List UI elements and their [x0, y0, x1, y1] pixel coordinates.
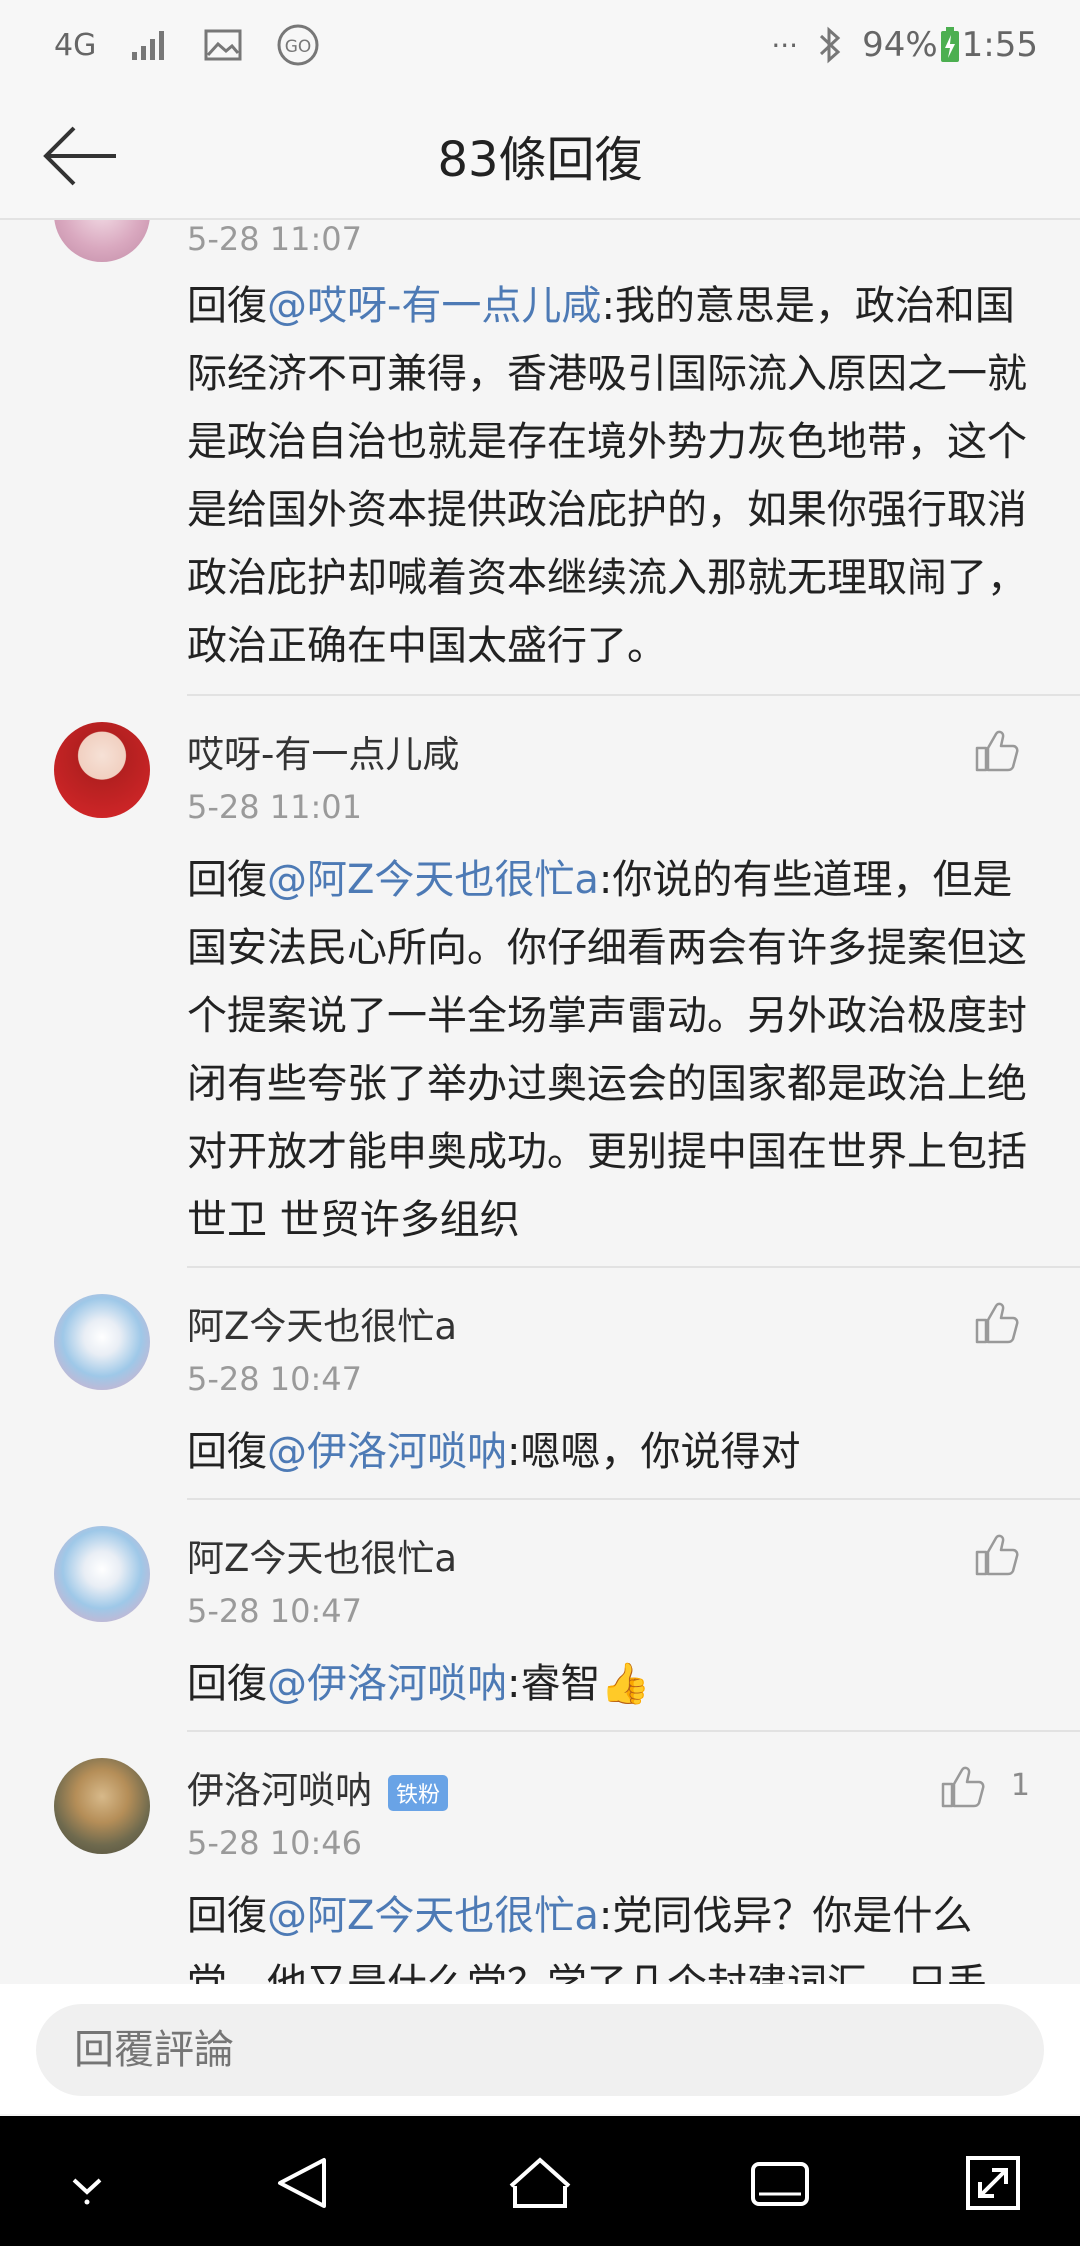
like-icon[interactable]: [972, 1298, 1022, 1348]
avatar[interactable]: [54, 220, 150, 262]
mention-link[interactable]: @哎呀-有一点儿咸: [267, 283, 601, 329]
reply-bar: [0, 1984, 1080, 2114]
divider: [187, 1266, 1080, 1268]
like-icon[interactable]: [972, 726, 1022, 776]
username[interactable]: 哎呀-有一点儿咸: [187, 724, 459, 778]
username[interactable]: 伊洛河唢呐 铁粉: [187, 1760, 449, 1814]
comment-text[interactable]: 回復@阿Z今天也很忙a:你说的有些道理，但是国安法民心所向。你仔细看两会有许多提…: [187, 846, 1037, 1254]
navigation-bar: [0, 2116, 1080, 2246]
comment-body: :你说的有些道理，但是国安法民心所向。你仔细看两会有许多提案但这个提案说了一半全…: [187, 857, 1027, 1243]
like-icon[interactable]: [938, 1762, 988, 1812]
battery-icon: [940, 22, 960, 68]
reply-prefix: 回復: [187, 1429, 267, 1475]
nav-back-icon[interactable]: [268, 2148, 338, 2218]
screen: 4G GO ··· 94% 1:55 83條回復 5-28 11:07 回復@哎…: [0, 0, 1080, 2246]
comment-list[interactable]: 5-28 11:07 回復@哎呀-有一点儿咸:我的意思是，政治和国际经济不可兼得…: [0, 220, 1080, 1984]
reply-prefix: 回復: [187, 283, 267, 329]
signal-icon: [130, 22, 170, 68]
nav-recent-icon[interactable]: [745, 2148, 815, 2218]
avatar[interactable]: [54, 1526, 150, 1622]
divider: [187, 1730, 1080, 1732]
comment-text[interactable]: 回復@伊洛河唢呐:睿智👍: [187, 1650, 1037, 1718]
reply-prefix: 回復: [187, 1893, 267, 1939]
comment-time: 5-28 10:46: [187, 1824, 363, 1862]
mention-link[interactable]: @阿Z今天也很忙a: [267, 1893, 599, 1939]
status-right: ··· 94% 1:55: [771, 22, 1038, 68]
svg-text:GO: GO: [285, 37, 312, 57]
clock: 1:55: [961, 25, 1038, 65]
divider: [187, 1498, 1080, 1500]
like-icon[interactable]: [972, 1530, 1022, 1580]
username[interactable]: 阿Z今天也很忙a: [187, 1296, 457, 1350]
username[interactable]: 阿Z今天也很忙a: [187, 1528, 457, 1582]
fan-badge: 铁粉: [388, 1774, 449, 1811]
avatar[interactable]: [54, 722, 150, 818]
page-title: 83條回復: [437, 132, 643, 188]
comment-text[interactable]: 回復@阿Z今天也很忙a:党同伐异？你是什么党，他又是什么党？学了几个封建词汇，只…: [187, 1882, 1037, 1984]
mention-link[interactable]: @伊洛河唢呐: [267, 1661, 507, 1707]
nav-down-icon[interactable]: [52, 2148, 122, 2218]
mention-link[interactable]: @伊洛河唢呐: [267, 1429, 507, 1475]
comment-time: 5-28 10:47: [187, 1592, 363, 1630]
comment-body: :我的意思是，政治和国际经济不可兼得，香港吸引国际流入原因之一就是政治自治也就是…: [187, 283, 1027, 669]
avatar[interactable]: [54, 1294, 150, 1390]
nav-home-icon[interactable]: [505, 2148, 575, 2218]
reply-prefix: 回復: [187, 1661, 267, 1707]
header: 83條回復: [0, 90, 1080, 220]
battery-percent: 94%: [862, 25, 938, 65]
like-count: 1: [1010, 1768, 1030, 1803]
reply-prefix: 回復: [187, 857, 267, 903]
avatar[interactable]: [54, 1758, 150, 1854]
comment-text[interactable]: 回復@哎呀-有一点儿咸:我的意思是，政治和国际经济不可兼得，香港吸引国际流入原因…: [187, 272, 1037, 680]
mention-link[interactable]: @阿Z今天也很忙a: [267, 857, 599, 903]
comment-body: :睿智👍: [507, 1661, 651, 1707]
nav-expand-icon[interactable]: [958, 2148, 1028, 2218]
username-text[interactable]: 伊洛河唢呐: [187, 1769, 372, 1812]
network-type: 4G: [54, 27, 97, 63]
more-dots: ···: [771, 28, 799, 62]
reply-input[interactable]: [36, 2004, 1044, 2096]
status-bar: 4G GO ··· 94% 1:55: [0, 0, 1080, 90]
status-left: 4G GO: [54, 22, 320, 68]
comment-time: 5-28 11:07: [187, 220, 363, 258]
comment-time: 5-28 10:47: [187, 1360, 363, 1398]
go-icon: GO: [276, 22, 320, 68]
comment-body: :嗯嗯，你说得对: [507, 1429, 801, 1475]
bluetooth-icon: [818, 22, 842, 68]
comment-text[interactable]: 回復@伊洛河唢呐:嗯嗯，你说得对: [187, 1418, 1037, 1486]
image-icon: [204, 22, 242, 68]
divider: [187, 694, 1080, 696]
comment-time: 5-28 11:01: [187, 788, 363, 826]
